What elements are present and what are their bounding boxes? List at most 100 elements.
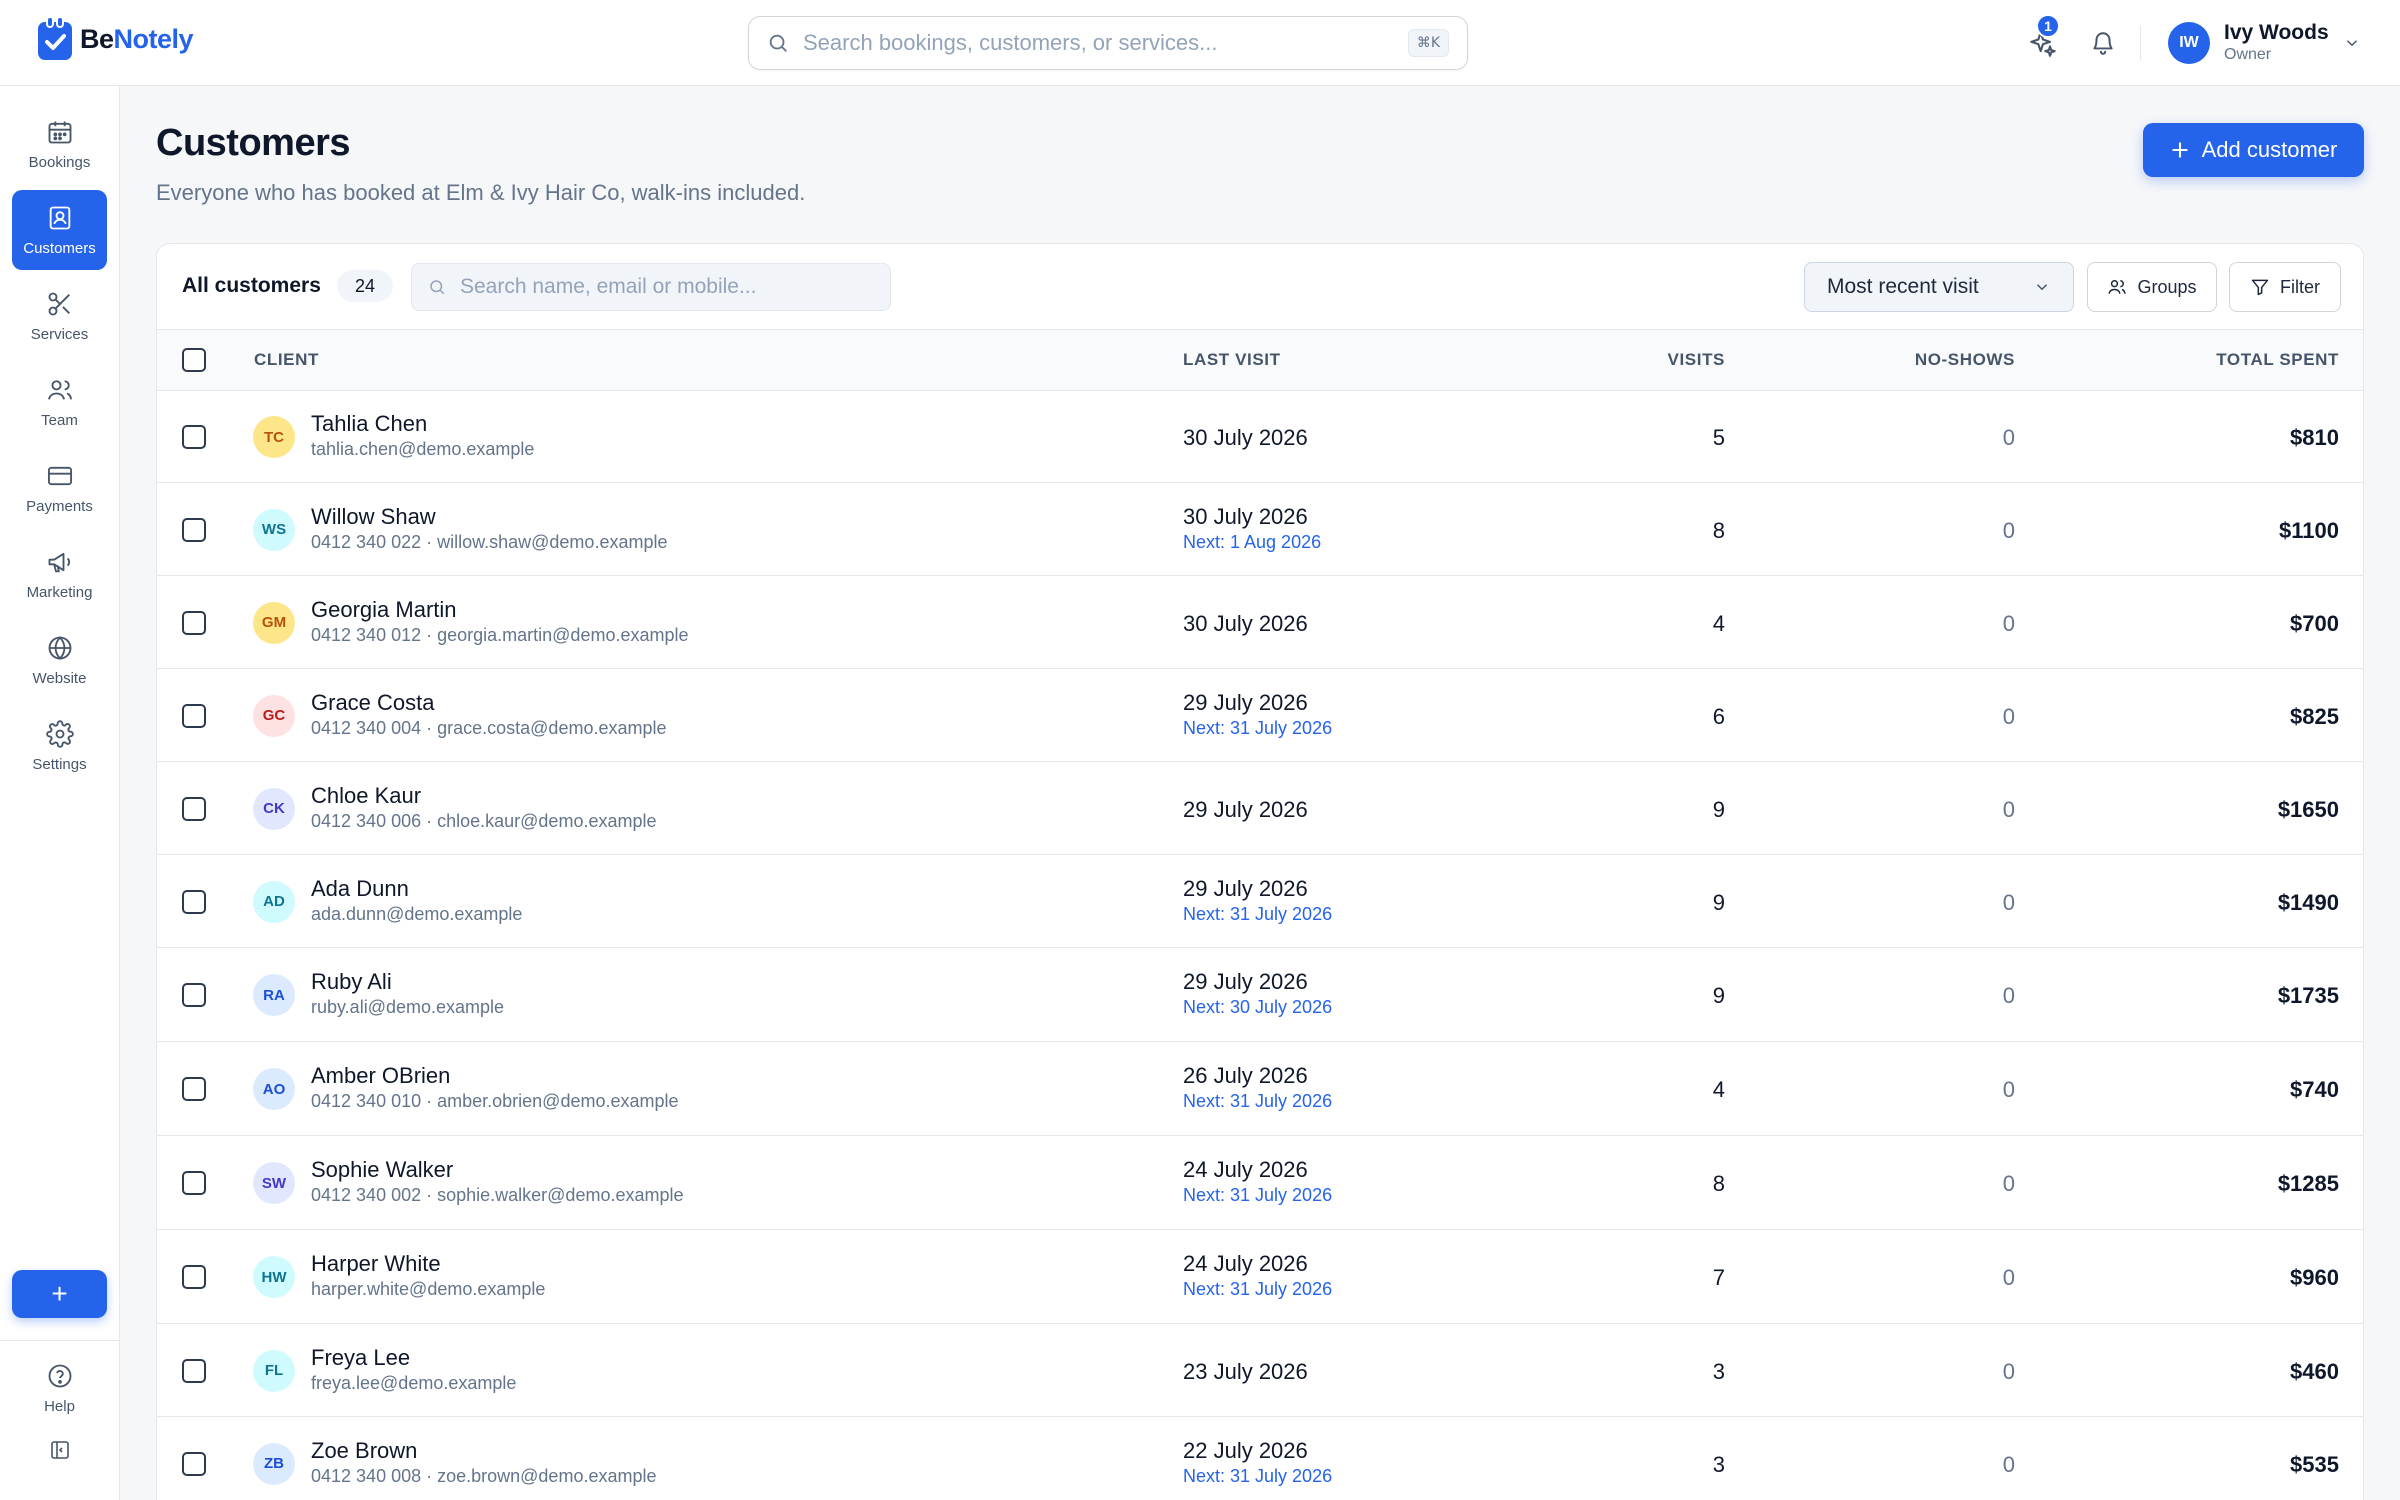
users-icon xyxy=(47,379,72,400)
sidebar-item-help[interactable]: Help xyxy=(12,1348,107,1428)
last-visit-date: 30 July 2026 xyxy=(1183,503,1308,529)
row-checkbox[interactable] xyxy=(182,796,206,821)
row-checkbox[interactable] xyxy=(182,983,206,1007)
sidebar-item-payments[interactable]: Payments xyxy=(12,448,107,528)
row-checkbox[interactable] xyxy=(182,703,206,728)
table-row[interactable]: GM Georgia Martin 0412 340 012 · georgia… xyxy=(157,576,2363,669)
customer-name[interactable]: Chloe Kaur xyxy=(311,783,421,809)
sidebar-item-label: Bookings xyxy=(28,153,91,171)
column-header-visits[interactable]: VISITS xyxy=(1668,350,1725,370)
row-checkbox[interactable] xyxy=(182,889,206,914)
table-row[interactable]: AO Amber OBrien 0412 340 010 · amber.obr… xyxy=(157,1042,2363,1136)
table-row[interactable]: CK Chloe Kaur 0412 340 006 · chloe.kaur@… xyxy=(157,762,2363,855)
row-checkbox[interactable] xyxy=(182,1451,206,1476)
customer-search-input[interactable] xyxy=(460,275,874,299)
avatar: FL xyxy=(253,1349,295,1392)
sidebar-item-bookings[interactable]: Bookings xyxy=(12,104,107,184)
last-visit-date: 29 July 2026 xyxy=(1183,796,1308,822)
column-header-no-shows[interactable]: NO-SHOWS xyxy=(1915,350,2015,370)
sidebar-item-marketing[interactable]: Marketing xyxy=(12,534,107,614)
no-shows-count: 0 xyxy=(2002,889,2015,915)
next-booking-link[interactable]: Next: 30 July 2026 xyxy=(1183,997,1332,1018)
visits-count: 4 xyxy=(1712,610,1725,636)
visits-count: 3 xyxy=(1712,1451,1725,1477)
row-checkbox[interactable] xyxy=(182,425,206,449)
select-all-checkbox[interactable] xyxy=(182,348,206,372)
customer-name[interactable]: Freya Lee xyxy=(311,1345,410,1371)
row-checkbox[interactable] xyxy=(182,1358,206,1383)
notifications-button[interactable] xyxy=(2086,26,2120,60)
next-booking-link[interactable]: Next: 31 July 2026 xyxy=(1183,718,1332,739)
table-row[interactable]: SW Sophie Walker 0412 340 002 · sophie.w… xyxy=(157,1136,2363,1230)
sidebar-item-label: Settings xyxy=(32,755,87,773)
column-header-client[interactable]: CLIENT xyxy=(254,350,319,370)
customer-name[interactable]: Willow Shaw xyxy=(311,504,436,530)
avatar: TC xyxy=(253,416,295,458)
customer-name[interactable]: Amber OBrien xyxy=(311,1063,450,1089)
sidebar-item-label: Website xyxy=(32,669,87,687)
customer-contact: ruby.ali@demo.example xyxy=(311,997,505,1017)
sidebar-item-team[interactable]: Team xyxy=(12,362,107,442)
customer-name[interactable]: Ruby Ali xyxy=(311,969,392,995)
sidebar-item-label: Payments xyxy=(26,497,93,515)
row-checkbox[interactable] xyxy=(182,517,206,542)
table-row[interactable]: FL Freya Lee freya.lee@demo.example 23 J… xyxy=(157,1324,2363,1417)
row-checkbox[interactable] xyxy=(182,1265,206,1289)
groups-button[interactable]: Groups xyxy=(2087,262,2217,312)
column-header-total-spent[interactable]: TOTAL SPENT xyxy=(2216,350,2339,370)
next-booking-link[interactable]: Next: 31 July 2026 xyxy=(1183,1185,1332,1206)
no-shows-count: 0 xyxy=(2002,1077,2015,1102)
column-header-last-visit[interactable]: LAST VISIT xyxy=(1183,350,1281,370)
next-booking-link[interactable]: Next: 31 July 2026 xyxy=(1183,904,1332,925)
global-search[interactable]: ⌘K xyxy=(748,16,1468,70)
visits-count: 6 xyxy=(1712,703,1725,729)
avatar: ZB xyxy=(253,1442,295,1485)
row-checkbox[interactable] xyxy=(182,1077,206,1101)
calendar-icon xyxy=(48,121,71,143)
customer-name[interactable]: Sophie Walker xyxy=(311,1157,453,1183)
search-icon xyxy=(430,280,445,295)
page-subtitle: Everyone who has booked at Elm & Ivy Hai… xyxy=(156,180,806,205)
customer-search[interactable] xyxy=(411,263,891,311)
table-row[interactable]: GC Grace Costa 0412 340 004 · grace.cost… xyxy=(157,669,2363,762)
sidebar-item-services[interactable]: Services xyxy=(12,276,107,356)
customer-name[interactable]: Harper White xyxy=(311,1251,441,1277)
total-spent: $700 xyxy=(2290,610,2339,636)
last-visit-date: 23 July 2026 xyxy=(1183,1358,1308,1384)
table-row[interactable]: AD Ada Dunn ada.dunn@demo.example 29 Jul… xyxy=(157,855,2363,948)
customer-name[interactable]: Tahlia Chen xyxy=(311,411,427,437)
next-booking-link[interactable]: Next: 1 Aug 2026 xyxy=(1183,532,1321,553)
visits-count: 9 xyxy=(1712,796,1725,822)
customer-name[interactable]: Grace Costa xyxy=(311,690,435,716)
customer-name[interactable]: Ada Dunn xyxy=(311,876,409,902)
customer-name[interactable]: Zoe Brown xyxy=(311,1438,417,1464)
sidebar-item-website[interactable]: Website xyxy=(12,620,107,700)
sort-select-value: Most recent visit xyxy=(1827,275,1979,298)
next-booking-link[interactable]: Next: 31 July 2026 xyxy=(1183,1279,1332,1300)
sort-select[interactable]: Most recent visit xyxy=(1804,262,2074,312)
table-row[interactable]: WS Willow Shaw 0412 340 022 · willow.sha… xyxy=(157,483,2363,576)
global-search-input[interactable] xyxy=(803,30,1408,56)
user-name: Ivy Woods xyxy=(2224,21,2329,44)
sidebar-item-settings[interactable]: Settings xyxy=(12,706,107,786)
customer-contact: freya.lee@demo.example xyxy=(311,1372,517,1393)
next-booking-link[interactable]: Next: 31 July 2026 xyxy=(1183,1091,1332,1112)
customer-contact: 0412 340 008 · zoe.brown@demo.example xyxy=(311,1465,657,1486)
sidebar-item-customers[interactable]: Customers xyxy=(12,190,107,270)
customer-name[interactable]: Georgia Martin xyxy=(311,597,457,623)
brand-logo[interactable]: BeNotely xyxy=(36,16,194,62)
user-menu[interactable]: IW Ivy Woods Owner xyxy=(2168,18,2361,68)
row-checkbox[interactable] xyxy=(182,610,206,635)
table-row[interactable]: ZB Zoe Brown 0412 340 008 · zoe.brown@de… xyxy=(157,1417,2363,1500)
avatar: SW xyxy=(253,1162,295,1204)
table-row[interactable]: TC Tahlia Chen tahlia.chen@demo.example … xyxy=(157,391,2363,483)
collapse-sidebar-button[interactable] xyxy=(44,1434,76,1466)
next-booking-link[interactable]: Next: 31 July 2026 xyxy=(1183,1466,1332,1487)
table-row[interactable]: RA Ruby Ali ruby.ali@demo.example 29 Jul… xyxy=(157,948,2363,1042)
total-spent: $740 xyxy=(2290,1077,2339,1102)
add-customer-button[interactable]: Add customer xyxy=(2143,123,2364,177)
table-row[interactable]: HW Harper White harper.white@demo.exampl… xyxy=(157,1230,2363,1324)
quick-add-button[interactable]: + xyxy=(12,1270,107,1318)
filter-button[interactable]: Filter xyxy=(2229,262,2341,312)
row-checkbox[interactable] xyxy=(182,1171,206,1195)
